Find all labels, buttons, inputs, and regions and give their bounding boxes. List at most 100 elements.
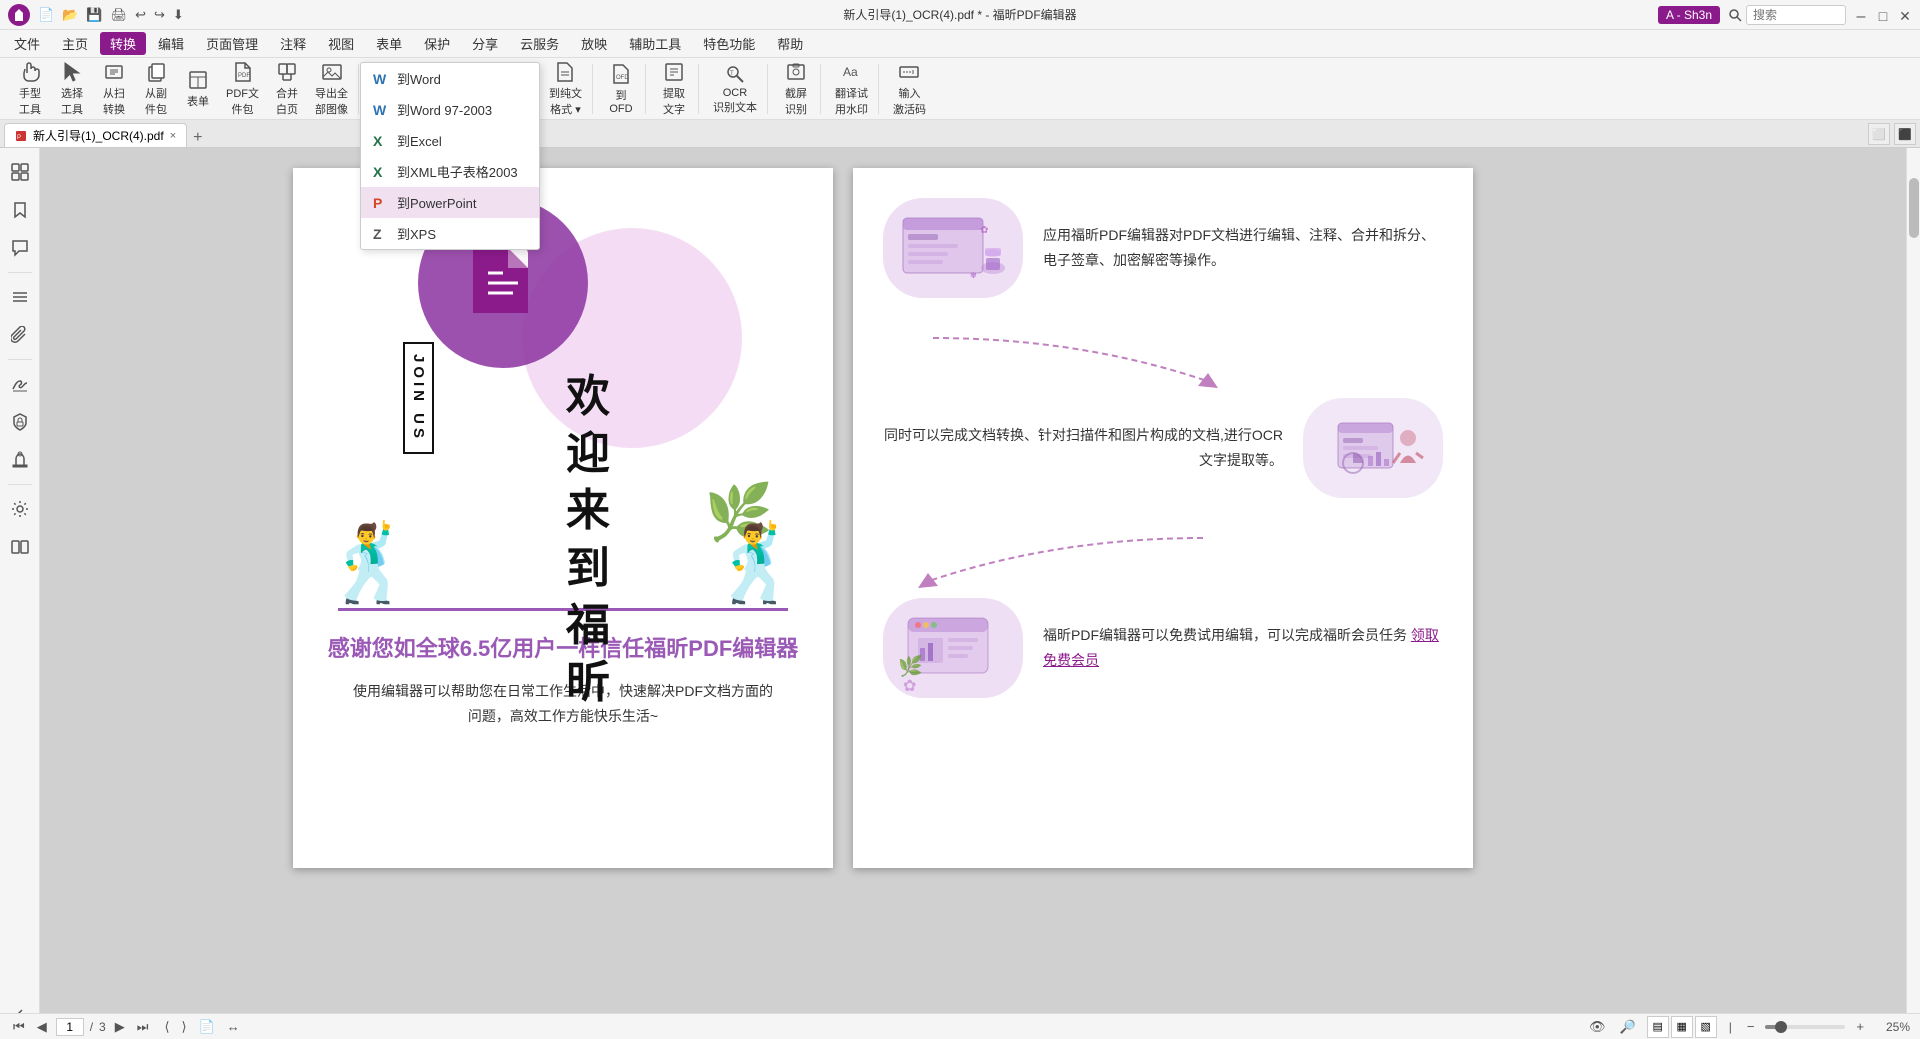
customize-btn[interactable]: ⬇ — [171, 5, 186, 25]
sidebar-compare[interactable] — [4, 531, 36, 563]
feature-text-3: 福昕PDF编辑器可以免费试用编辑，可以完成福昕会员任务 领取免费会员 — [1023, 623, 1443, 673]
zoom-search-btn[interactable]: 🔎 — [1617, 1019, 1639, 1035]
dropdown-to-xps[interactable]: Z 到XPS — [361, 218, 539, 249]
current-page-input[interactable] — [56, 1018, 84, 1036]
close-btn[interactable]: ✕ — [1898, 8, 1912, 22]
toolbar-group-ofd: OFD 到OFD — [597, 64, 646, 114]
sidebar-signature[interactable] — [4, 368, 36, 400]
from-copy-btn[interactable]: 从副件包 — [136, 57, 176, 121]
dashed-arrow-2 — [903, 528, 1203, 588]
fit-page-btn[interactable]: 📄 — [196, 1019, 218, 1035]
hand-icon — [19, 61, 41, 83]
sidebar-stamp[interactable] — [4, 444, 36, 476]
print-btn[interactable]: 🖨 — [109, 5, 130, 25]
fit-width-btn[interactable]: ↔ — [224, 1019, 243, 1034]
menu-home[interactable]: 主页 — [52, 32, 98, 55]
member-illustration: 🌿 ✿ — [898, 603, 1008, 693]
eye-btn[interactable]: 👁 — [1586, 1019, 1609, 1035]
sidebar-comment[interactable] — [4, 232, 36, 264]
maximize-btn[interactable]: □ — [1876, 8, 1890, 22]
feature-item-3: 🌿 ✿ 福昕PDF编辑器可以免费试用编辑，可以完成福昕会员任务 领取免费会员 — [883, 598, 1443, 698]
zoom-slider-thumb[interactable] — [1775, 1021, 1787, 1033]
nav-prev[interactable]: ⟨ — [161, 1019, 172, 1035]
zoom-out-btn[interactable]: − — [1744, 1019, 1758, 1034]
merge-btn[interactable]: 合并白页 — [267, 57, 307, 121]
menu-edit[interactable]: 编辑 — [148, 32, 194, 55]
quick-access-toolbar: 📄 📂 💾 🖨 ↩ ↪ ⬇ — [36, 5, 186, 25]
save-btn[interactable]: 💾 — [84, 5, 104, 25]
zoom-slider-track[interactable] — [1765, 1025, 1845, 1029]
proofread-btn[interactable]: Aa 翻译试用水印 — [829, 57, 874, 121]
zoom-in-btn[interactable]: + — [1853, 1019, 1867, 1034]
ppt-icon: P — [373, 195, 389, 211]
svg-text:P: P — [17, 135, 21, 141]
menu-share[interactable]: 分享 — [462, 32, 508, 55]
nav-prev-page[interactable]: ◀ — [34, 1019, 50, 1035]
dropdown-to-word97[interactable]: W 到Word 97-2003 — [361, 94, 539, 125]
menu-convert[interactable]: 转换 — [100, 32, 146, 55]
dropdown-to-powerpoint[interactable]: P 到PowerPoint — [361, 187, 539, 218]
menu-protect[interactable]: 保护 — [414, 32, 460, 55]
menu-page-mgr[interactable]: 页面管理 — [196, 32, 268, 55]
dropdown-excel-label: 到Excel — [397, 131, 442, 150]
menu-form[interactable]: 表单 — [366, 32, 412, 55]
to-richtext-btn[interactable]: 到纯文格式 ▾ — [543, 57, 588, 121]
menu-annotation[interactable]: 注释 — [270, 32, 316, 55]
search-input[interactable] — [1746, 5, 1846, 25]
hand-tool-btn[interactable]: 手型工具 — [10, 57, 50, 121]
pdf-file-label: PDF文件包 — [226, 85, 259, 117]
join-us-text: JOIN US — [403, 342, 434, 454]
tab-bar: P 新人引导(1)_OCR(4).pdf × + ⬜ ⬛ — [0, 120, 1920, 148]
open-btn[interactable]: 📂 — [60, 5, 80, 25]
sidebar-protect[interactable] — [4, 406, 36, 438]
continuous-btn[interactable]: ▦ — [1671, 1016, 1693, 1038]
redo-btn[interactable]: ↪ — [152, 5, 167, 25]
table-pdf-btn[interactable]: 表单 — [178, 65, 218, 113]
new-btn[interactable]: 📄 — [36, 5, 56, 25]
dropdown-to-xml-excel[interactable]: X 到XML电子表格2003 — [361, 156, 539, 187]
toolbar-group-tools: 手型工具 选择工具 从扫转换 从副件包 表单 PDF PDF文件包 合并白页 导 — [6, 64, 359, 114]
single-page-btn[interactable]: ▤ — [1647, 1016, 1669, 1038]
title-bar-right: A - Sh3n – □ ✕ — [1658, 5, 1912, 25]
menu-cloud[interactable]: 云服务 — [510, 32, 569, 55]
to-richtext-label: 到纯文格式 ▾ — [549, 85, 582, 117]
nav-next[interactable]: ⟩ — [179, 1019, 190, 1035]
single-page-view-btn[interactable]: ⬜ — [1868, 123, 1890, 145]
pdf-file-btn[interactable]: PDF PDF文件包 — [220, 57, 265, 121]
menu-special[interactable]: 特色功能 — [693, 32, 765, 55]
dropdown-to-excel[interactable]: X 到Excel — [361, 125, 539, 156]
export-all-btn[interactable]: 导出全部图像 — [309, 57, 354, 121]
sidebar-attachment[interactable] — [4, 319, 36, 351]
menu-present[interactable]: 放映 — [571, 32, 617, 55]
input-activation-btn[interactable]: 输入激活码 — [887, 57, 932, 121]
tab-main[interactable]: P 新人引导(1)_OCR(4).pdf × — [4, 123, 187, 147]
nav-first-page[interactable]: ⏮ — [10, 1019, 28, 1035]
nav-next-page[interactable]: ▶ — [112, 1019, 128, 1035]
sidebar-settings[interactable] — [4, 493, 36, 525]
undo-btn[interactable]: ↩ — [133, 5, 148, 25]
nav-last-page[interactable]: ⏭ — [134, 1019, 152, 1035]
select-tool-btn[interactable]: 选择工具 — [52, 57, 92, 121]
dropdown-to-word[interactable]: W 到Word — [361, 63, 539, 94]
to-ofd-btn[interactable]: OFD 到OFD — [601, 59, 641, 119]
welcome-section: JOIN US 欢迎来到福昕 🌿 🕺 🕺 — [313, 188, 813, 608]
sidebar-bookmark[interactable] — [4, 194, 36, 226]
scan-convert-btn[interactable]: 从扫转换 — [94, 57, 134, 121]
extract-text-btn[interactable]: 提取文字 — [654, 57, 694, 121]
sidebar-thumbnail[interactable] — [4, 156, 36, 188]
scan-convert-label: 从扫转换 — [103, 85, 125, 117]
tab-close-btn[interactable]: × — [170, 130, 176, 142]
excel-icon: X — [373, 133, 389, 149]
sidebar-layers[interactable] — [4, 281, 36, 313]
minimize-btn[interactable]: – — [1854, 8, 1868, 22]
tab-add-btn[interactable]: + — [189, 129, 206, 147]
menu-view[interactable]: 视图 — [318, 32, 364, 55]
menu-assist[interactable]: 辅助工具 — [619, 32, 691, 55]
menu-help[interactable]: 帮助 — [767, 32, 813, 55]
menu-file[interactable]: 文件 — [4, 32, 50, 55]
two-page-btn[interactable]: ▧ — [1695, 1016, 1717, 1038]
screenshot-btn[interactable]: 截屏识别 — [776, 57, 816, 121]
scrollbar-thumb[interactable] — [1909, 178, 1919, 238]
ocr-btn[interactable]: T OCR识别文本 — [707, 59, 763, 119]
two-page-view-btn[interactable]: ⬛ — [1894, 123, 1916, 145]
